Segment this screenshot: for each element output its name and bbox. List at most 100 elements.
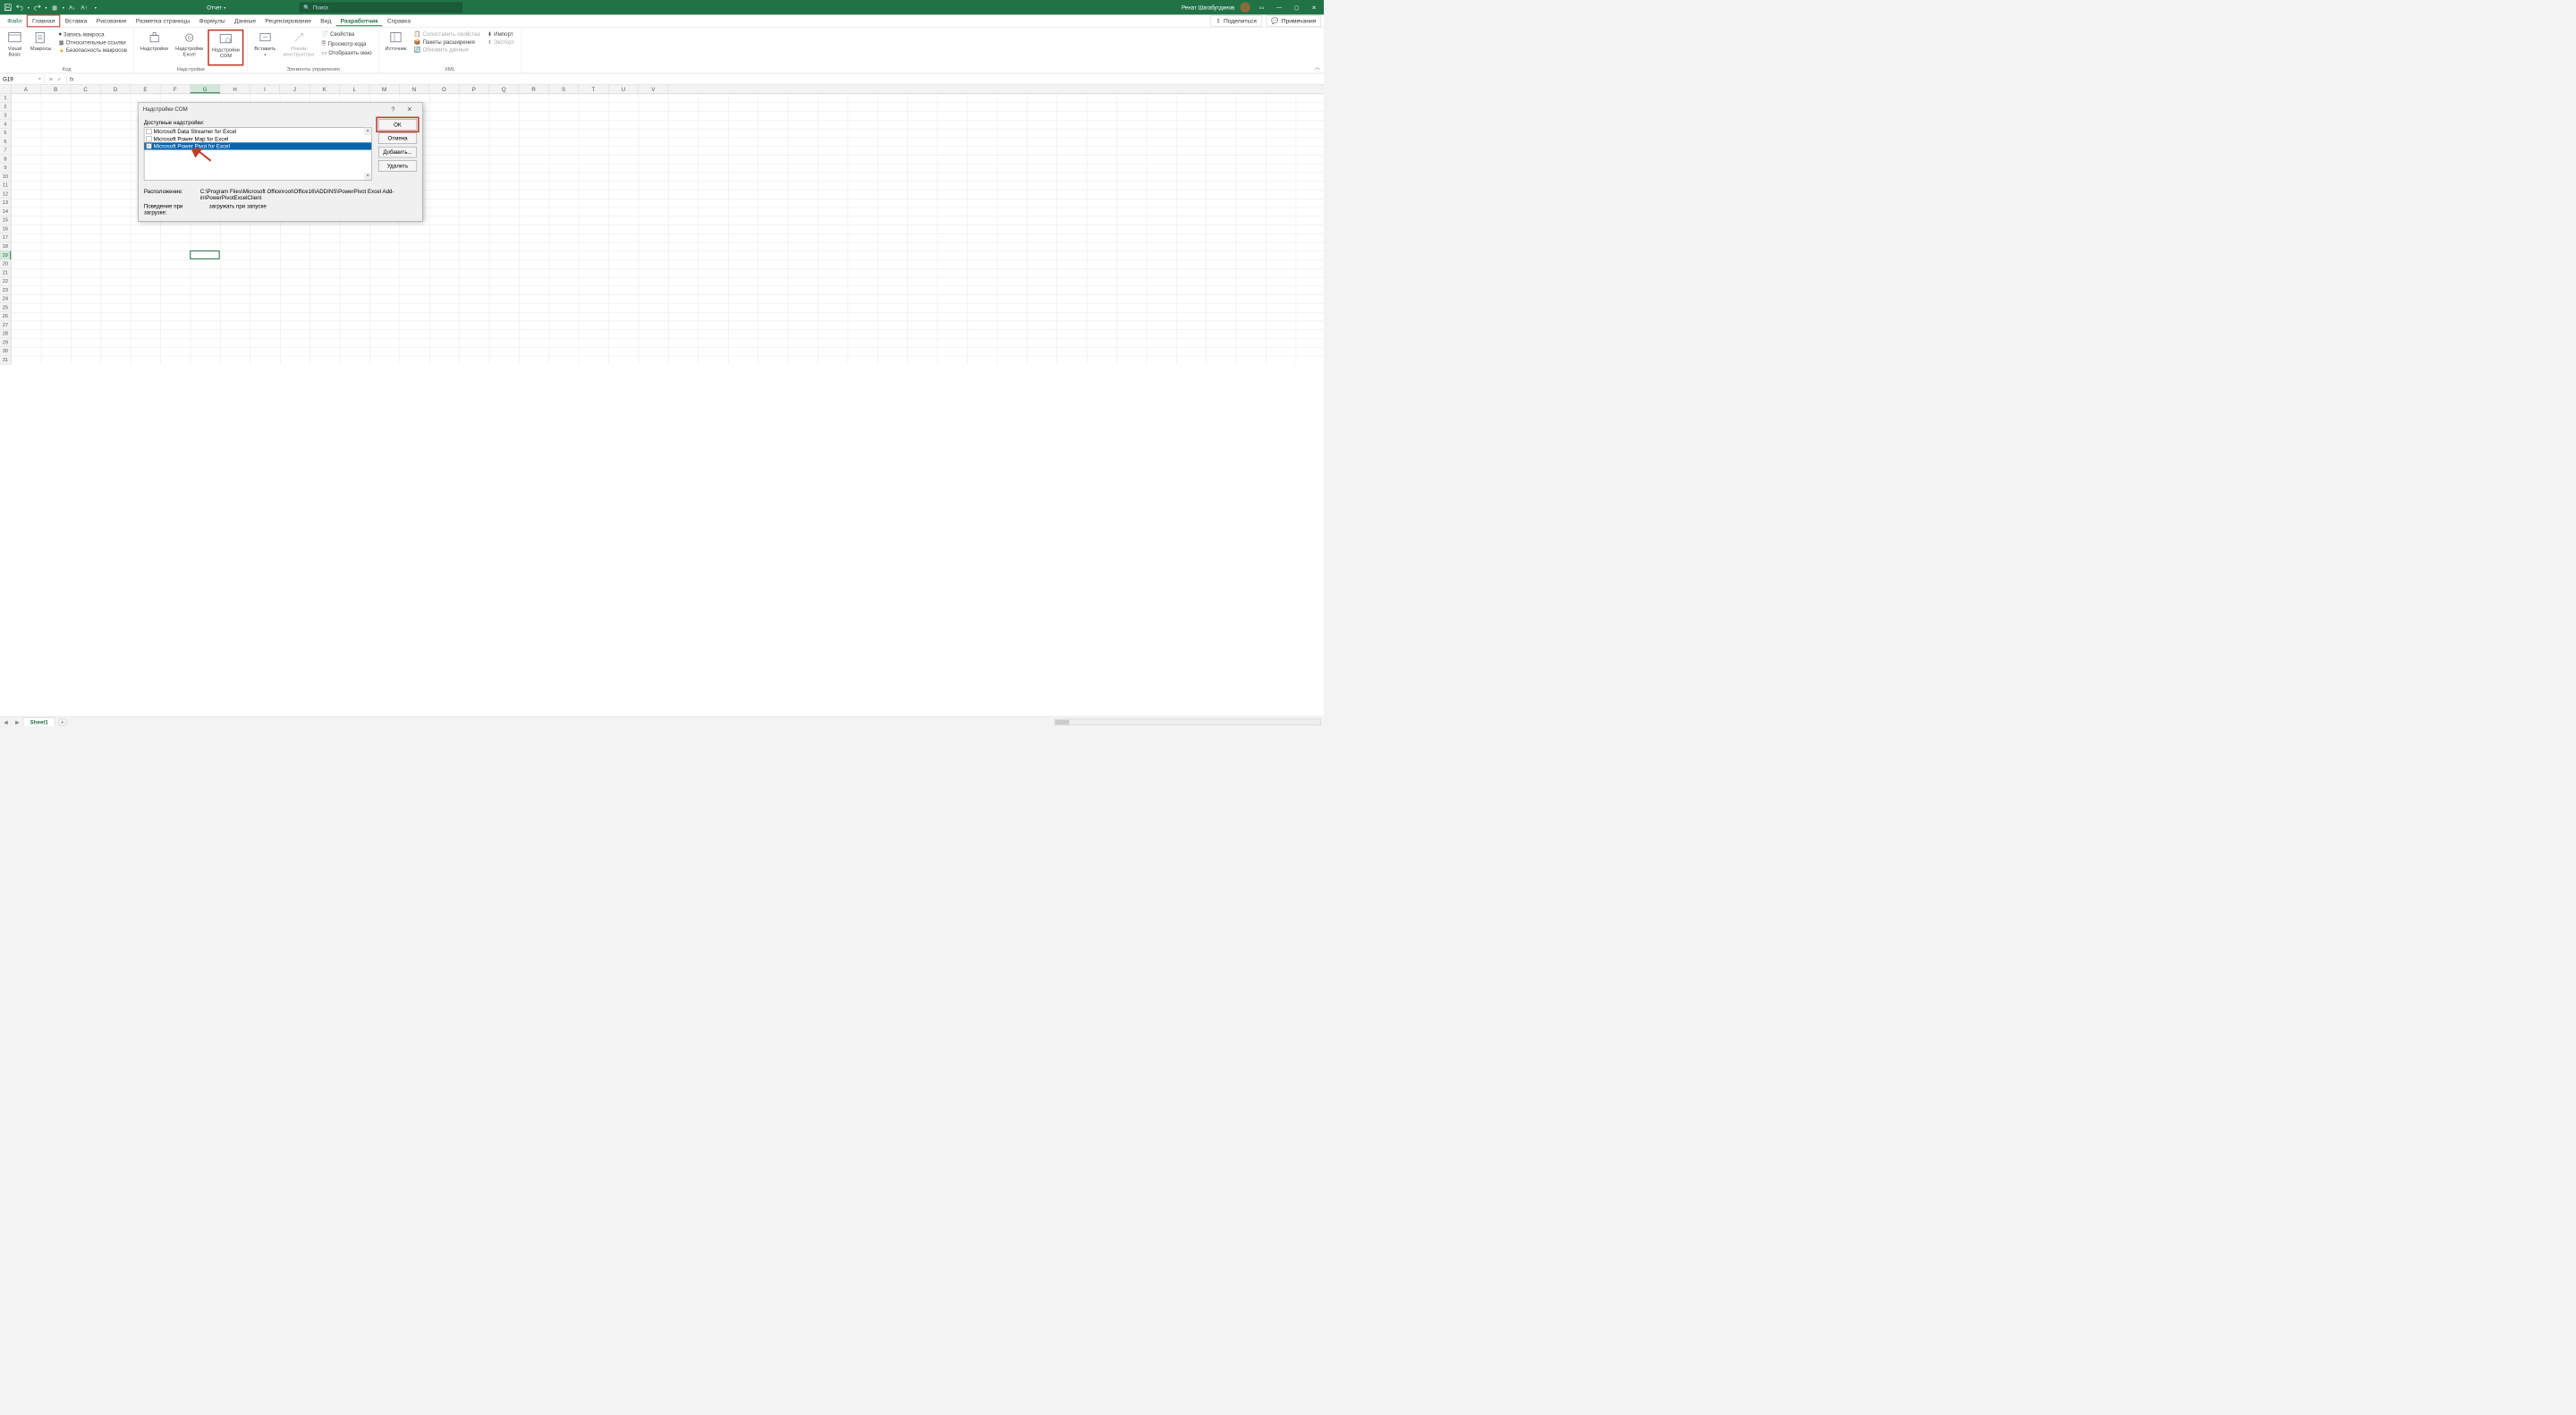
redo-dropdown-icon[interactable]: ▾ (45, 5, 47, 10)
dialog-close-icon[interactable]: ✕ (402, 105, 419, 113)
tab-developer[interactable]: Разработчик (335, 15, 382, 26)
add-sheet-icon[interactable]: + (58, 718, 67, 725)
checkbox[interactable]: ✓ (146, 143, 151, 148)
visual-basic-button[interactable]: Visual Basic (4, 30, 26, 66)
tab-data[interactable]: Данные (230, 15, 260, 26)
xml-import-button[interactable]: ⬇Импорт (487, 30, 515, 38)
close-icon[interactable]: ✕ (1309, 2, 1320, 13)
maximize-icon[interactable]: ▢ (1291, 2, 1302, 13)
sort-asc-icon[interactable]: A↓ (68, 4, 76, 12)
row-header[interactable]: 10 (0, 173, 11, 182)
minimize-icon[interactable]: — (1274, 2, 1285, 13)
tab-file[interactable]: Файл (3, 15, 27, 26)
column-header[interactable]: R (519, 85, 548, 94)
row-header[interactable]: 26 (0, 312, 11, 321)
macros-button[interactable]: Макросы (28, 30, 55, 66)
ok-button[interactable]: OK (378, 119, 417, 130)
row-header[interactable]: 3 (0, 111, 11, 120)
scroll-up-icon[interactable]: ▲ (364, 128, 371, 135)
column-header[interactable]: A (11, 85, 40, 94)
tab-home[interactable]: Главная (27, 14, 61, 27)
row-header[interactable]: 12 (0, 190, 11, 199)
row-header[interactable]: 7 (0, 146, 11, 155)
row-header[interactable]: 25 (0, 303, 11, 312)
column-header[interactable]: H (220, 85, 250, 94)
run-dialog-button[interactable]: ▭Отобразить окно (320, 49, 372, 56)
comments-button[interactable]: 💬Примечания (1267, 15, 1321, 26)
column-header[interactable]: S (549, 85, 579, 94)
row-header[interactable]: 21 (0, 268, 11, 277)
scroll-down-icon[interactable]: ▼ (364, 173, 371, 180)
column-header[interactable]: D (101, 85, 131, 94)
column-header[interactable]: V (639, 85, 668, 94)
record-macro-button[interactable]: ⏺Запись макроса (58, 30, 128, 38)
xml-source-button[interactable]: Источник (382, 30, 409, 66)
search-box[interactable]: 🔍 Поиск (300, 3, 462, 13)
macro-security-button[interactable]: ▲Безопасность макросов (58, 47, 128, 54)
column-header[interactable]: P (459, 85, 488, 94)
row-header[interactable]: 11 (0, 181, 11, 190)
column-header[interactable]: N (400, 85, 429, 94)
row-header[interactable]: 9 (0, 164, 11, 173)
column-header[interactable]: E (131, 85, 160, 94)
row-header[interactable]: 18 (0, 242, 11, 251)
sort-desc-icon[interactable]: A↑ (80, 4, 88, 12)
row-header[interactable]: 23 (0, 286, 11, 295)
tab-view[interactable]: Вид (316, 15, 335, 26)
sheet-tab[interactable]: Sheet1 (23, 717, 55, 726)
select-all-corner[interactable] (0, 85, 11, 94)
row-header[interactable]: 14 (0, 208, 11, 216)
row-header[interactable]: 6 (0, 138, 11, 147)
excel-addins-button[interactable]: Надстройки Excel (173, 30, 206, 66)
qat-customize-icon[interactable]: ▾ (95, 5, 97, 10)
tab-help[interactable]: Справка (383, 15, 415, 26)
properties-button[interactable]: 📄Свойства (320, 30, 372, 38)
relative-refs-button[interactable]: ▦Относительные ссылки (58, 38, 128, 46)
add-button[interactable]: Добавить... (378, 147, 417, 157)
row-header[interactable]: 1 (0, 94, 11, 103)
row-header[interactable]: 8 (0, 155, 11, 164)
enter-formula-icon[interactable]: ✓ (57, 76, 62, 82)
user-name[interactable]: Ренат Шагабутдинов (1182, 4, 1234, 11)
addins-button[interactable]: Надстройки (138, 30, 171, 66)
formula-input[interactable] (77, 76, 1324, 82)
ribbon-display-icon[interactable]: ▭ (1256, 2, 1267, 13)
row-header[interactable]: 22 (0, 277, 11, 286)
xml-expansion-button[interactable]: 📦Пакеты расширения (413, 38, 481, 46)
column-header[interactable]: U (608, 85, 638, 94)
row-header[interactable]: 17 (0, 233, 11, 242)
row-header[interactable]: 19 (0, 251, 11, 260)
document-title[interactable]: Отчет (207, 4, 222, 11)
column-header[interactable]: G (191, 85, 220, 94)
tab-layout[interactable]: Разметка страницы (131, 15, 195, 26)
insert-control-button[interactable]: Вставить ▾ (251, 30, 278, 66)
checkbox[interactable] (146, 136, 151, 141)
remove-button[interactable]: Удалить (378, 160, 417, 171)
collapse-ribbon-icon[interactable]: ︿ (1315, 64, 1320, 72)
xml-map-props-button[interactable]: 📋Сопоставить свойства (413, 30, 481, 38)
tab-draw[interactable]: Рисование (92, 15, 131, 26)
xml-refresh-button[interactable]: 🔄Обновить данные (413, 46, 481, 53)
column-header[interactable]: B (41, 85, 71, 94)
column-header[interactable]: K (309, 85, 339, 94)
checkbox[interactable] (146, 129, 151, 134)
column-header[interactable]: L (340, 85, 369, 94)
addin-item[interactable]: Microsoft Power Map for Excel (144, 135, 371, 142)
row-header[interactable]: 29 (0, 338, 11, 347)
column-header[interactable]: C (71, 85, 100, 94)
qat-dropdown-1[interactable]: ▾ (63, 5, 64, 10)
row-header[interactable]: 24 (0, 294, 11, 303)
cancel-formula-icon[interactable]: ✕ (48, 76, 53, 82)
addins-listbox[interactable]: ▲ ▼ Microsoft Data Streamer for ExcelMic… (144, 127, 372, 181)
spreadsheet-grid[interactable]: ABCDEFGHIJKLMNOPQRSTUV 12345678910111213… (0, 85, 1324, 716)
row-header[interactable]: 15 (0, 216, 11, 225)
addin-item[interactable]: ✓Microsoft Power Pivot for Excel (144, 142, 371, 149)
dialog-help-icon[interactable]: ? (385, 106, 402, 113)
cancel-button[interactable]: Отмена (378, 133, 417, 144)
row-header[interactable]: 30 (0, 347, 11, 356)
name-box-dropdown-icon[interactable]: ▾ (38, 76, 40, 81)
share-button[interactable]: ⇧Поделиться (1211, 15, 1262, 26)
undo-dropdown-icon[interactable]: ▾ (28, 5, 30, 10)
column-header[interactable]: I (250, 85, 280, 94)
document-dropdown-icon[interactable]: ▾ (224, 5, 225, 10)
